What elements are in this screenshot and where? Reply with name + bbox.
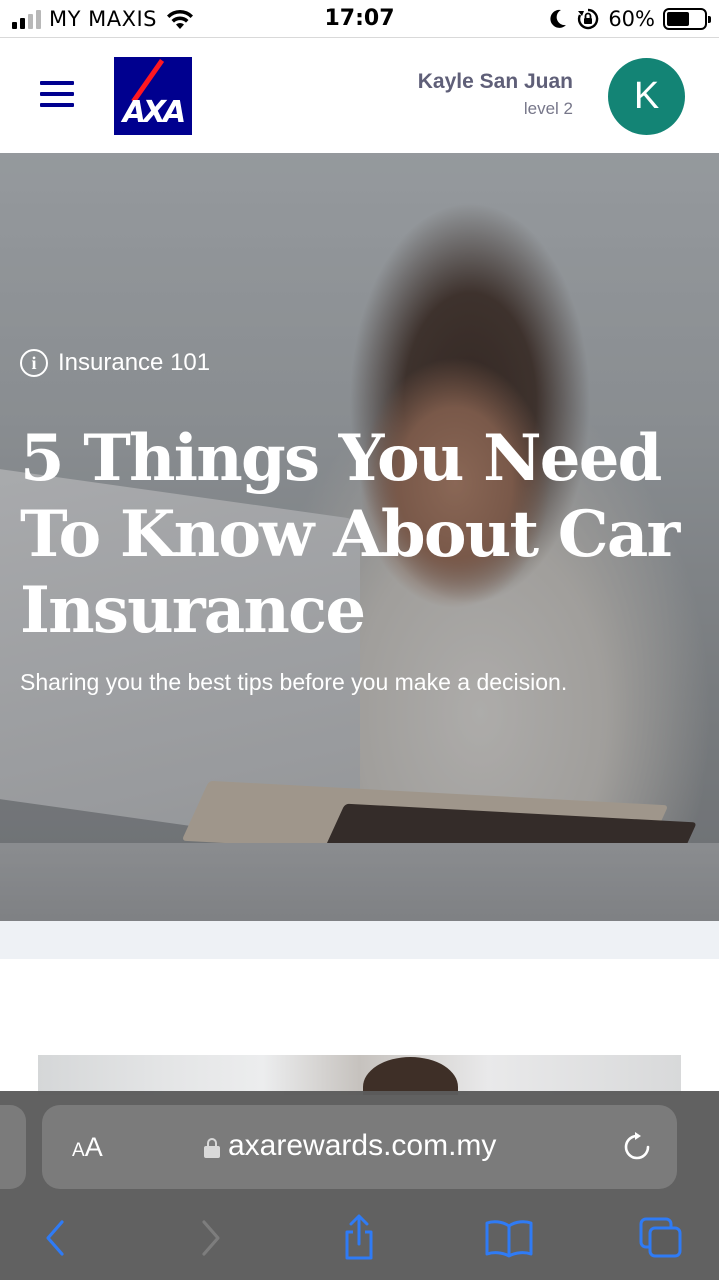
reload-icon[interactable] [621, 1131, 653, 1163]
avatar[interactable]: K [608, 58, 685, 135]
back-icon [46, 1220, 64, 1256]
address-bar[interactable]: AA axarewards.com.my [42, 1105, 677, 1189]
battery-fill [667, 12, 689, 26]
tabs-icon [639, 1217, 682, 1258]
battery-percent: 60% [608, 7, 655, 31]
article-title: 5 Things You Need To Know About Car Insu… [20, 421, 680, 648]
article-image-figure [363, 1057, 458, 1095]
info-icon: i [20, 349, 48, 377]
text-size-button[interactable]: AA [72, 1132, 103, 1163]
url-text: axarewards.com.my [228, 1129, 497, 1162]
menu-icon[interactable] [40, 81, 74, 107]
category-label: Insurance 101 [58, 349, 211, 376]
share-icon [345, 1214, 373, 1260]
back-button[interactable] [30, 1213, 80, 1263]
rotation-lock-icon [578, 8, 599, 30]
bookmarks-icon [485, 1220, 533, 1258]
previous-tab-peek[interactable] [0, 1105, 26, 1189]
content-area [0, 959, 719, 1055]
hero-content: i Insurance 101 5 Things You Need To Kno… [20, 349, 700, 696]
article-subtitle: Sharing you the best tips before you mak… [20, 669, 568, 695]
tabs-button[interactable] [636, 1213, 686, 1263]
text-size-big-a: A [84, 1132, 103, 1162]
do-not-disturb-moon-icon [550, 9, 567, 28]
browser-toolbar [0, 1213, 719, 1263]
forward-button[interactable] [186, 1213, 236, 1263]
user-name[interactable]: Kayle San Juan [418, 70, 573, 94]
category-tag[interactable]: i Insurance 101 [20, 349, 700, 377]
article-image [38, 1055, 681, 1095]
status-right: 60% [548, 7, 711, 31]
forward-icon [202, 1220, 220, 1256]
user-level: level 2 [523, 99, 573, 118]
battery-icon [663, 8, 711, 30]
text-size-small-a: A [72, 1140, 85, 1161]
bookmarks-button[interactable] [484, 1213, 534, 1263]
browser-bottom-bar: AA axarewards.com.my [0, 1091, 719, 1280]
share-button[interactable] [334, 1213, 384, 1263]
battery-nub [708, 16, 711, 23]
hero-banner: i Insurance 101 5 Things You Need To Kno… [0, 153, 719, 921]
logo-text: AXA [122, 95, 187, 130]
section-divider [0, 921, 719, 959]
axa-logo[interactable]: AXA [114, 57, 192, 135]
status-bar: MY MAXIS 17:07 60% [0, 0, 719, 38]
lock-icon [204, 1138, 220, 1158]
url-display[interactable]: axarewards.com.my [204, 1129, 496, 1163]
app-header: AXA Kayle San Juan level 2 K [0, 39, 719, 153]
